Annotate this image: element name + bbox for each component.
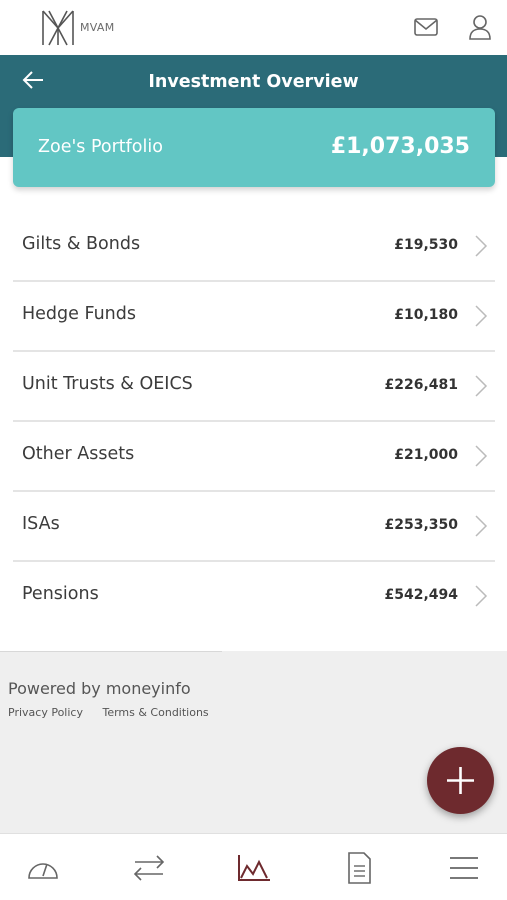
bottom-navigation	[0, 833, 507, 900]
mail-icon[interactable]	[413, 16, 439, 38]
top-bar: MVAM	[0, 0, 507, 55]
asset-row-gilts-bonds[interactable]: Gilts & Bonds £19,530	[13, 212, 495, 282]
asset-label: Other Assets	[22, 444, 135, 464]
asset-label: Unit Trusts & OEICS	[22, 374, 193, 394]
transfer-icon[interactable]	[131, 852, 167, 884]
asset-value: £19,530	[394, 237, 458, 253]
document-icon[interactable]	[341, 852, 377, 884]
add-button[interactable]	[427, 747, 494, 814]
menu-icon[interactable]	[446, 852, 482, 884]
chart-icon[interactable]	[236, 852, 272, 884]
asset-row-isas[interactable]: ISAs £253,350	[13, 492, 495, 562]
footer-links: Privacy Policy Terms & Conditions	[8, 706, 225, 719]
plus-icon	[447, 767, 474, 794]
asset-value: £542,494	[384, 587, 458, 603]
asset-label: Hedge Funds	[22, 304, 136, 324]
footer-divider	[0, 651, 222, 652]
asset-list: Gilts & Bonds £19,530 Hedge Funds £10,18…	[13, 212, 495, 632]
asset-label: Pensions	[22, 584, 99, 604]
chevron-right-icon	[475, 375, 488, 397]
asset-label: ISAs	[22, 514, 60, 534]
powered-by-text: Powered by moneyinfo	[8, 679, 191, 698]
asset-value: £10,180	[394, 307, 458, 323]
brand-name: MVAM	[80, 21, 115, 34]
asset-row-pensions[interactable]: Pensions £542,494	[13, 562, 495, 632]
asset-row-other-assets[interactable]: Other Assets £21,000	[13, 422, 495, 492]
portfolio-total: £1,073,035	[330, 134, 470, 159]
asset-value: £21,000	[394, 447, 458, 463]
footer: Powered by moneyinfo Privacy Policy Term…	[0, 651, 507, 833]
brand-logo-icon	[42, 10, 74, 46]
user-profile-icon[interactable]	[468, 13, 492, 41]
privacy-policy-link[interactable]: Privacy Policy	[8, 706, 83, 719]
asset-row-unit-trusts[interactable]: Unit Trusts & OEICS £226,481	[13, 352, 495, 422]
portfolio-summary-card[interactable]: Zoe's Portfolio £1,073,035	[13, 108, 495, 187]
chevron-right-icon	[475, 445, 488, 467]
asset-row-hedge-funds[interactable]: Hedge Funds £10,180	[13, 282, 495, 352]
portfolio-name: Zoe's Portfolio	[38, 137, 163, 157]
dashboard-icon[interactable]	[25, 852, 61, 884]
terms-conditions-link[interactable]: Terms & Conditions	[102, 706, 208, 719]
chevron-right-icon	[475, 585, 488, 607]
chevron-right-icon	[475, 515, 488, 537]
asset-label: Gilts & Bonds	[22, 234, 141, 254]
asset-value: £226,481	[384, 377, 458, 393]
asset-value: £253,350	[384, 517, 458, 533]
chevron-right-icon	[475, 235, 488, 257]
chevron-right-icon	[475, 305, 488, 327]
page-title: Investment Overview	[148, 72, 359, 92]
